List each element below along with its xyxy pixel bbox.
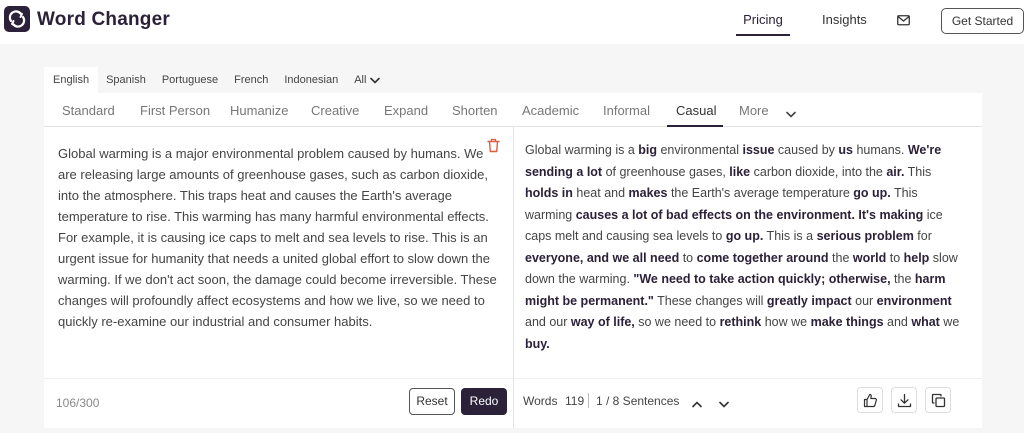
lang-tab-french[interactable]: French <box>226 67 276 93</box>
unchanged-text: for <box>913 229 932 243</box>
language-tabs: English Spanish Portuguese French Indone… <box>44 67 388 93</box>
changed-phrase[interactable]: issue <box>742 143 774 157</box>
tab-more[interactable]: More <box>739 103 769 118</box>
changed-phrase[interactable]: environment <box>877 294 952 308</box>
mail-icon[interactable] <box>897 13 910 31</box>
lang-tab-portuguese[interactable]: Portuguese <box>154 67 226 93</box>
logo-text[interactable]: Word Changer <box>37 9 170 31</box>
copy-icon <box>931 393 946 408</box>
unchanged-text: This <box>904 164 932 179</box>
chevron-up-icon[interactable] <box>692 395 702 413</box>
tab-first-person[interactable]: First Person <box>140 103 210 118</box>
changed-phrase[interactable]: air. <box>886 165 904 179</box>
changed-phrase[interactable]: world <box>853 251 886 265</box>
chevron-down-icon <box>370 77 381 84</box>
trash-icon[interactable] <box>487 138 500 158</box>
active-tab-indicator <box>667 125 723 127</box>
words-label: Words <box>523 394 558 408</box>
reset-button[interactable]: Reset <box>409 388 455 415</box>
changed-phrase[interactable]: us <box>838 143 853 157</box>
unchanged-text: so we need to <box>634 315 720 329</box>
changed-phrase[interactable]: causes a lot of bad effects on the envir… <box>576 208 924 222</box>
unchanged-text: and our <box>525 315 571 329</box>
nav-pricing[interactable]: Pricing <box>736 12 790 36</box>
lang-all-label: All <box>354 74 367 86</box>
unchanged-text: the <box>828 250 853 265</box>
char-count: 106/300 <box>56 396 100 410</box>
lang-tab-english[interactable]: English <box>44 67 99 93</box>
nav-insights[interactable]: Insights <box>822 12 867 27</box>
input-footer: 106/300 Reset Redo <box>44 378 513 428</box>
changed-phrase[interactable]: holds in <box>525 186 573 200</box>
get-started-button[interactable]: Get Started <box>941 8 1024 34</box>
thumbs-up-icon <box>863 393 877 408</box>
mode-tabs: Standard First Person Humanize Creative … <box>44 93 982 127</box>
output-footer: Words 119 1 / 8 Sentences <box>514 378 982 428</box>
changed-phrase[interactable]: way of life, <box>571 315 635 329</box>
changed-phrase[interactable]: makes <box>629 186 668 200</box>
lang-tab-spanish[interactable]: Spanish <box>98 67 154 93</box>
download-icon <box>897 393 912 408</box>
unchanged-text: the Earth's average temperature <box>667 186 854 200</box>
changed-phrase[interactable]: "We need to take action quickly; otherwi… <box>633 272 890 286</box>
unchanged-text: heat and <box>572 186 629 200</box>
copy-button[interactable] <box>925 387 951 413</box>
unchanged-text: of greenhouse gases, <box>602 164 730 179</box>
changed-phrase[interactable]: rethink <box>720 315 762 329</box>
thumbs-up-button[interactable] <box>857 387 883 413</box>
unchanged-text: Global warming is a <box>525 143 639 157</box>
unchanged-text: caused by <box>774 143 839 157</box>
unchanged-text: we <box>939 315 960 329</box>
tab-informal[interactable]: Informal <box>603 103 650 118</box>
unchanged-text: our <box>851 293 877 308</box>
paraphraser-panel: Standard First Person Humanize Creative … <box>44 93 982 428</box>
changed-phrase[interactable]: make things <box>811 315 884 329</box>
download-button[interactable] <box>891 387 917 413</box>
changed-phrase[interactable]: go up. <box>853 186 891 200</box>
unchanged-text: the <box>890 272 915 286</box>
tab-casual[interactable]: Casual <box>676 103 716 118</box>
tab-standard[interactable]: Standard <box>62 103 115 118</box>
top-header: Word Changer Pricing Insights Get Starte… <box>0 0 1024 44</box>
changed-phrase[interactable]: big <box>638 143 657 157</box>
unchanged-text: These changes will <box>653 293 767 308</box>
unchanged-text: how we <box>761 315 811 329</box>
output-text[interactable]: Global warming is a big environmental is… <box>525 140 965 355</box>
tab-academic[interactable]: Academic <box>522 103 579 118</box>
tab-humanize[interactable]: Humanize <box>230 103 289 118</box>
unchanged-text: to <box>679 250 697 265</box>
tab-shorten[interactable]: Shorten <box>452 103 498 118</box>
changed-phrase[interactable]: everyone, and we all need <box>525 251 679 265</box>
unchanged-text: to <box>886 250 904 265</box>
tab-creative[interactable]: Creative <box>311 103 359 118</box>
changed-phrase[interactable]: go up. <box>726 229 764 243</box>
unchanged-text: environmental <box>657 143 743 157</box>
changed-phrase[interactable]: serious problem <box>817 229 914 243</box>
unchanged-text: carbon dioxide, into the <box>750 164 887 179</box>
changed-phrase[interactable]: come together around <box>697 251 829 265</box>
changed-phrase[interactable]: greatly impact <box>767 294 852 308</box>
redo-button[interactable]: Redo <box>461 388 507 415</box>
word-changer-logo-icon[interactable] <box>4 6 30 32</box>
sentence-counter: 1 / 8 Sentences <box>596 394 680 408</box>
unchanged-text: This is a <box>763 229 817 243</box>
changed-phrase[interactable]: buy. <box>525 337 550 351</box>
footer-separator <box>588 393 589 408</box>
tab-expand[interactable]: Expand <box>384 103 428 118</box>
input-textarea[interactable]: Global warming is a major environmental … <box>58 143 498 332</box>
unchanged-text: humans. <box>852 143 908 157</box>
lang-tab-indonesian[interactable]: Indonesian <box>276 67 346 93</box>
chevron-down-icon[interactable] <box>786 105 796 123</box>
words-count: 119 <box>565 394 585 408</box>
lang-tab-all[interactable]: All <box>346 67 388 93</box>
unchanged-text: and <box>883 315 912 329</box>
chevron-down-icon[interactable] <box>719 395 729 413</box>
changed-phrase[interactable]: like <box>729 165 750 179</box>
changed-phrase[interactable]: help <box>904 251 930 265</box>
changed-phrase[interactable]: what <box>911 315 939 329</box>
